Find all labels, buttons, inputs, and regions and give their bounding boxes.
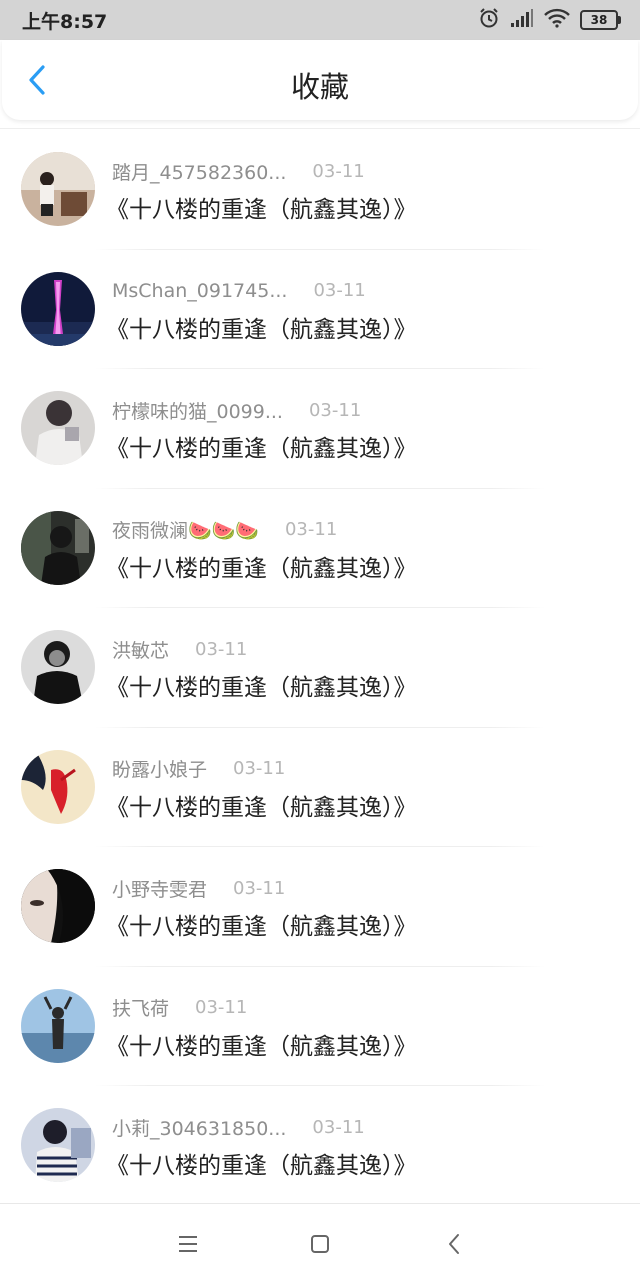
username[interactable]: MsChan_091745...	[112, 280, 287, 302]
date: 03-11	[195, 997, 248, 1018]
menu-icon	[179, 1236, 197, 1252]
favorite-title[interactable]: 《十八楼的重逢（航鑫其逸）》	[106, 429, 417, 463]
username[interactable]: 盼露小娘子	[112, 755, 207, 782]
list-item[interactable]: MsChan_091745... 03-11 《十八楼的重逢（航鑫其逸）》	[0, 250, 640, 369]
avatar[interactable]	[21, 391, 95, 465]
list-item[interactable]: 洪敏芯 03-11 《十八楼的重逢（航鑫其逸）》	[0, 608, 640, 728]
home-square-icon	[311, 1235, 329, 1253]
page-title: 收藏	[290, 70, 349, 104]
avatar[interactable]	[21, 510, 95, 585]
list-item[interactable]: 小野寺雯君 03-11 《十八楼的重逢（航鑫其逸）》	[0, 847, 640, 967]
avatar[interactable]	[21, 152, 95, 226]
date: 03-11	[312, 160, 365, 182]
status-time: 上午8:57	[22, 11, 108, 33]
avatar[interactable]	[21, 869, 95, 943]
username[interactable]: 小野寺雯君	[112, 875, 207, 902]
date: 03-11	[312, 1116, 365, 1138]
date: 03-11	[233, 877, 286, 899]
date: 03-11	[195, 638, 248, 660]
favorite-title[interactable]: 《十八楼的重逢（航鑫其逸）》	[106, 788, 417, 822]
favorite-title[interactable]: 《十八楼的重逢（航鑫其逸）》	[106, 1027, 417, 1061]
back-triangle-icon	[449, 1234, 459, 1254]
username[interactable]: 小莉_304631850...	[112, 1114, 286, 1141]
avatar[interactable]	[21, 988, 95, 1063]
list-item[interactable]: 扶飞荷 03-11 《十八楼的重逢（航鑫其逸）》	[0, 967, 640, 1086]
battery-icon: 38	[580, 10, 621, 30]
date: 03-11	[313, 280, 366, 301]
avatar[interactable]	[21, 1108, 95, 1182]
list-item[interactable]: 柠檬味的猫_0099... 03-11 《十八楼的重逢（航鑫其逸）》	[0, 369, 640, 489]
divider	[0, 128, 640, 129]
username[interactable]: 扶飞荷	[112, 994, 169, 1021]
status-icons: 38	[478, 7, 621, 33]
favorite-title[interactable]: 《十八楼的重逢（航鑫其逸）》	[106, 668, 417, 702]
date: 03-11	[233, 758, 286, 779]
status-bar: 上午8:57 38	[0, 0, 640, 40]
home-button[interactable]	[302, 1226, 338, 1262]
favorite-title[interactable]: 《十八楼的重逢（航鑫其逸）》	[106, 1146, 417, 1180]
list-item[interactable]: 盼露小娘子 03-11 《十八楼的重逢（航鑫其逸）》	[0, 728, 640, 847]
menu-button[interactable]	[170, 1226, 206, 1262]
signal-icon	[510, 8, 534, 32]
favorite-title[interactable]: 《十八楼的重逢（航鑫其逸）》	[106, 907, 417, 941]
favorites-list: 踏月_457582360... 03-11 《十八楼的重逢（航鑫其逸）》 MsC…	[0, 130, 640, 1206]
username[interactable]: 柠檬味的猫_0099...	[112, 397, 283, 424]
favorite-title[interactable]: 《十八楼的重逢（航鑫其逸）》	[106, 549, 417, 583]
alarm-icon	[478, 7, 500, 33]
avatar[interactable]	[21, 749, 95, 824]
date: 03-11	[308, 399, 362, 421]
avatar[interactable]	[21, 271, 95, 346]
favorite-title[interactable]: 《十八楼的重逢（航鑫其逸）》	[106, 190, 417, 224]
header: 收藏	[2, 40, 638, 120]
username[interactable]: 踏月_457582360...	[112, 158, 286, 185]
list-item[interactable]: 夜雨微澜🍉🍉🍉 03-11 《十八楼的重逢（航鑫其逸）》	[0, 489, 640, 608]
back-nav-button[interactable]	[436, 1226, 472, 1262]
avatar[interactable]	[21, 630, 95, 704]
favorite-title[interactable]: 《十八楼的重逢（航鑫其逸）》	[106, 310, 417, 344]
list-item[interactable]: 踏月_457582360... 03-11 《十八楼的重逢（航鑫其逸）》	[0, 130, 640, 250]
username[interactable]: 洪敏芯	[112, 636, 169, 663]
username[interactable]: 夜雨微澜🍉🍉🍉	[112, 516, 259, 543]
wifi-icon	[544, 8, 570, 32]
list-item[interactable]: 小莉_304631850... 03-11 《十八楼的重逢（航鑫其逸）》	[0, 1086, 640, 1206]
system-nav-bar	[0, 1203, 640, 1281]
date: 03-11	[284, 519, 338, 540]
